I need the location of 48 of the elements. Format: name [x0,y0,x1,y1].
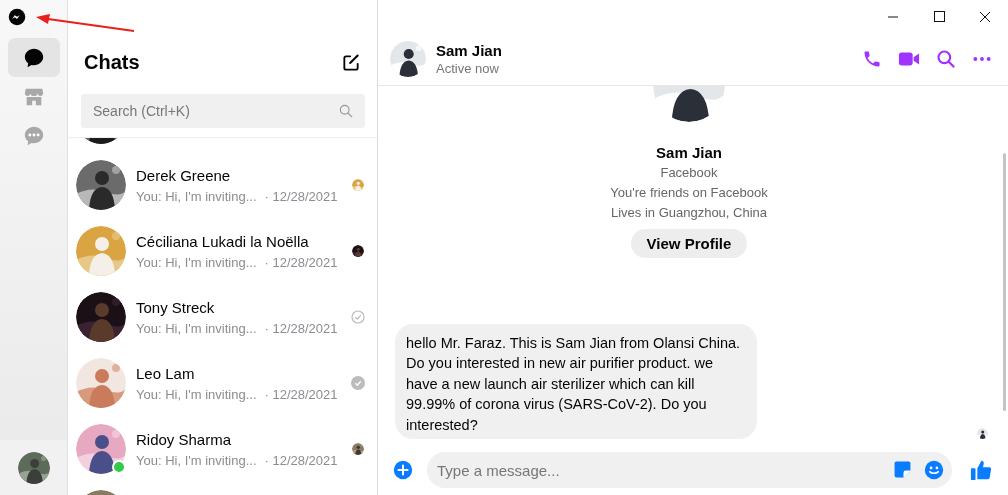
phone-icon[interactable] [862,49,882,69]
add-icon[interactable] [393,460,413,480]
contact-name: Leo Lam [136,364,196,382]
message-time: · 12/28/2021 [264,386,338,402]
chat-row[interactable]: Ridoy Sharma You: Hi, I'm inviting... · 12/28/2021 [68,416,377,482]
message-preview: You: Hi, I'm inviting... [136,386,257,402]
messenger-logo-icon[interactable] [8,8,26,26]
maximize-icon[interactable] [933,11,945,22]
view-profile-button[interactable]: View Profile [630,229,748,258]
close-icon[interactable] [979,10,991,23]
chat-row[interactable]: Leo Lam You: Hi, I'm inviting... · 12/28/2021 [68,350,377,416]
search-icon [339,104,353,118]
chat-dots-icon[interactable] [23,124,45,147]
contact-name: Céciliana Lukadi la Noëlla [136,232,310,250]
message-time: · 12/28/2021 [264,254,338,270]
delivered-check-icon [351,376,365,390]
emoji-icon[interactable] [924,460,944,480]
chat-row[interactable]: Tony Streck You: Hi, I'm inviting... · 12/28/2021 [68,284,377,350]
message-time: · 12/28/2021 [264,320,338,336]
profile-name: Sam Jian [656,144,722,161]
chat-row[interactable]: Céciliana Lukadi la Noëlla You: Hi, I'm inviting... · 12/28/2021 [68,218,377,284]
message-preview: You: Hi, I'm inviting... [136,320,257,336]
sticker-icon[interactable] [893,460,912,479]
profile-detail: You're friends on Facebook [610,184,768,202]
thumbs-up-icon[interactable] [970,459,992,481]
contact-name: Derek Greene [136,166,232,184]
message-bubble: hello Mr. Faraz. This is Sam Jian from Olansi China. Do you interested in new air purifier product. we have a new launch air sterilizer which can kill 99.99% of corona virus (SARS-CoV-2). Do you interested? [395,323,757,439]
contact-name: Tony Streck [136,298,216,316]
contact-status: Active now [436,61,500,76]
message-preview: You: Hi, I'm inviting... [136,452,257,468]
chats-title: Chats [84,51,140,74]
contact-name: Sam Jian [436,42,503,59]
search-icon[interactable] [936,49,956,69]
message-time: · 12/28/2021 [264,452,338,468]
chat-icon[interactable] [23,46,45,69]
nav-item[interactable] [8,38,60,77]
message-preview: You: Hi, I'm inviting... [136,188,257,204]
search-field[interactable]: Search (Ctrl+K) [81,94,365,128]
compose-icon[interactable] [341,52,361,73]
message-preview: You: Hi, I'm inviting... [136,254,257,270]
chat-row[interactable]: Derek Greene You: Hi, I'm inviting... · 12/28/2021 [68,152,377,218]
profile-detail: Lives in Guangzhou, China [610,204,768,222]
scrollbar-thumb[interactable] [1002,153,1006,411]
sent-check-icon [351,310,365,324]
message-field[interactable]: Type a message... [427,452,952,488]
profile-detail: Facebook [660,164,718,182]
message-time: · 12/28/2021 [264,188,338,204]
contact-name: Ridoy Sharma [136,430,233,448]
